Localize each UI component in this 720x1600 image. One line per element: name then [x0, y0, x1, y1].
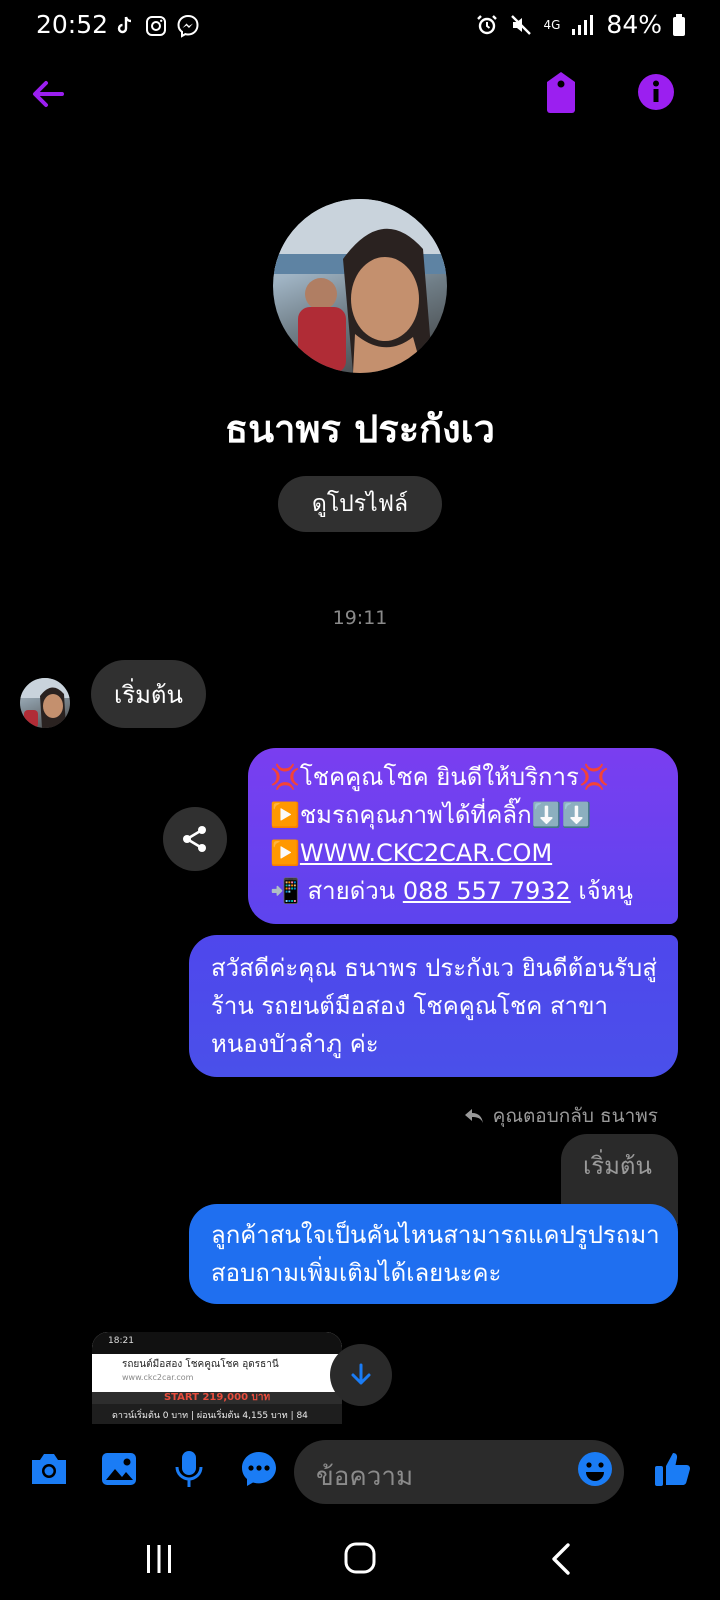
promo-text-2: ชมรถคุณภาพได้ที่คลิ๊ก — [299, 801, 532, 829]
arrow-down-icon — [351, 1363, 371, 1385]
chat-bubble-icon — [242, 1452, 276, 1486]
play-emoji: ▶️ — [270, 801, 300, 829]
system-nav-bar — [0, 1530, 720, 1590]
attachment-title: รถยนต์มือสอง โชคคูณโชค อุดรธานี — [122, 1359, 279, 1370]
attachment-line: ดาวน์เริ่มต้น 0 บาท | ผ่อนเริ่มต้น 4,155… — [92, 1404, 342, 1424]
attachment-statusbar: 18:21 — [92, 1332, 342, 1354]
promo-line-1: 💢โชคคูณโชค ยินดีให้บริการ💢 — [270, 758, 660, 796]
website-link[interactable]: WWW.CKC2CAR.COM — [300, 839, 552, 867]
image-attachment[interactable]: 18:21 รถยนต์มือสอง โชคคูณโชค อุดรธานี ww… — [92, 1332, 342, 1424]
sender-photo — [20, 678, 70, 728]
battery-percent: 84% — [606, 10, 662, 39]
camera-icon — [32, 1454, 66, 1484]
hotline-label: สายด่วน — [299, 877, 403, 905]
scroll-down-button[interactable] — [330, 1344, 392, 1406]
mic-button[interactable] — [164, 1444, 214, 1494]
reply-icon — [464, 1109, 483, 1123]
share-icon — [183, 826, 206, 852]
info-icon[interactable] — [636, 72, 676, 112]
emoji-icon — [578, 1452, 612, 1486]
notification-icons — [112, 14, 200, 38]
profile-avatar[interactable] — [273, 199, 447, 373]
share-button[interactable] — [163, 807, 227, 871]
outgoing-message-welcome[interactable]: สวัสดีค่ะคุณ ธนาพร ประกังเว ยินดีต้อนรับ… — [189, 935, 678, 1077]
outgoing-message-question[interactable]: ลูกค้าสนใจเป็นคันไหนสามารถแคปรูปรถมาสอบถ… — [189, 1204, 678, 1304]
attachment-time: 18:21 — [108, 1336, 134, 1346]
back-arrow-icon[interactable] — [28, 74, 68, 114]
attachment-price: START 219,000 บาท — [92, 1392, 342, 1404]
view-profile-button[interactable]: ดูโปรไฟล์ — [278, 476, 442, 532]
gallery-button[interactable] — [94, 1444, 144, 1494]
reply-label: คุณตอบกลับ ธนาพร — [492, 1105, 658, 1127]
attachment-header: รถยนต์มือสอง โชคคูณโชค อุดรธานี www.ckc2… — [92, 1354, 342, 1392]
message-placeholder: ข้อความ — [316, 1462, 414, 1492]
promo-text-1: โชคคูณโชค ยินดีให้บริการ — [299, 763, 579, 791]
anger-emoji: 💢 — [578, 763, 609, 791]
messenger-icon — [177, 14, 199, 38]
status-bar: 20:52 4G 84% — [0, 0, 720, 54]
signal-icon — [572, 14, 594, 35]
mute-icon — [511, 14, 532, 35]
message-timestamp: 19:11 — [332, 607, 388, 629]
hotline-suffix: เจ้หนู — [570, 877, 633, 905]
tag-icon[interactable] — [543, 70, 579, 114]
recents-icon[interactable] — [144, 1542, 174, 1576]
contact-name: ธนาพร ประกังเว — [224, 407, 496, 451]
promo-line-3: ▶️WWW.CKC2CAR.COM — [270, 834, 660, 872]
sender-avatar[interactable] — [20, 678, 70, 728]
play-emoji: ▶️ — [270, 839, 300, 867]
mic-icon — [175, 1451, 203, 1487]
anger-emoji: 💢 — [270, 763, 300, 791]
instagram-icon — [146, 16, 166, 36]
network-type: 4G — [543, 17, 561, 32]
phone-emoji: 📲 — [270, 877, 300, 905]
back-icon[interactable] — [548, 1542, 574, 1576]
down-arrow-emoji: ⬇️⬇️ — [531, 801, 592, 829]
status-right: 4G 84% — [475, 10, 686, 39]
chat-bubble-button[interactable] — [234, 1444, 284, 1494]
like-icon — [655, 1453, 691, 1486]
home-icon[interactable] — [342, 1540, 378, 1576]
profile-photo — [273, 199, 447, 373]
camera-button[interactable] — [24, 1444, 74, 1494]
like-button[interactable] — [648, 1444, 698, 1494]
tiktok-icon — [117, 16, 132, 34]
emoji-button[interactable] — [570, 1444, 620, 1494]
alarm-icon — [477, 14, 498, 34]
battery-icon — [673, 13, 685, 36]
incoming-message[interactable]: เริ่มต้น — [91, 660, 206, 728]
phone-link[interactable]: 088 557 7932 — [403, 877, 571, 905]
promo-line-2: ▶️ชมรถคุณภาพได้ที่คลิ๊ก⬇️⬇️ — [270, 796, 660, 834]
attachment-url: www.ckc2car.com — [122, 1373, 194, 1382]
outgoing-message-promo[interactable]: 💢โชคคูณโชค ยินดีให้บริการ💢 ▶️ชมรถคุณภาพไ… — [248, 748, 678, 924]
status-time: 20:52 — [36, 10, 109, 39]
reply-indicator: คุณตอบกลับ ธนาพร — [463, 1101, 658, 1131]
chat-header — [0, 60, 720, 130]
promo-line-4: 📲 สายด่วน 088 557 7932 เจ้หนู — [270, 872, 660, 910]
gallery-icon — [102, 1453, 136, 1485]
